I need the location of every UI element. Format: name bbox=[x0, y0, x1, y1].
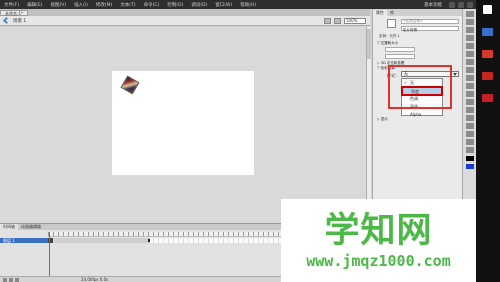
taskbar bbox=[476, 0, 500, 282]
app-icon[interactable] bbox=[482, 28, 493, 36]
menu-text[interactable]: 文本(T) bbox=[116, 2, 139, 8]
flash-app-icon[interactable] bbox=[482, 50, 493, 58]
watermark-title: 学知网 bbox=[324, 210, 433, 251]
end-frame-marker bbox=[148, 239, 150, 242]
edit-scene-icon[interactable] bbox=[324, 17, 331, 24]
rectangle-tool-icon[interactable] bbox=[465, 75, 474, 81]
workspace-switcher[interactable]: 基本功能 bbox=[424, 2, 442, 8]
section-display[interactable]: ▷ 显示 bbox=[377, 117, 388, 122]
flash-ide-window: 文件(F) 编辑(E) 视图(V) 插入(I) 修改(M) 文本(T) 命令(C… bbox=[0, 0, 500, 282]
movie-clip-instance[interactable] bbox=[120, 75, 140, 95]
annotation-highlight-box bbox=[388, 65, 452, 109]
fill-color-swatch[interactable] bbox=[465, 164, 474, 169]
instance-of-label: 实例：元件 1 bbox=[379, 34, 400, 38]
pasteboard[interactable] bbox=[0, 27, 366, 223]
movie-clip-icon bbox=[387, 19, 396, 28]
windows-icon[interactable] bbox=[483, 5, 492, 14]
scrollbar-thumb[interactable] bbox=[367, 29, 371, 59]
watermark-url: www.jmqz1000.com bbox=[306, 252, 451, 270]
menu-bar: 文件(F) 编辑(E) 视图(V) 插入(I) 修改(M) 文本(T) 命令(C… bbox=[0, 0, 476, 9]
document-tab-bar: 未命名-1* bbox=[0, 9, 370, 16]
instance-type-select[interactable]: 影片剪辑 bbox=[401, 26, 459, 32]
menu-commands[interactable]: 命令(C) bbox=[140, 2, 164, 8]
size-field[interactable] bbox=[385, 54, 415, 59]
minimize-icon[interactable] bbox=[449, 1, 455, 8]
tools-panel bbox=[462, 9, 476, 223]
new-layer-icon[interactable] bbox=[3, 277, 7, 282]
lasso-tool-icon[interactable] bbox=[465, 43, 474, 49]
instance-name-field[interactable]: <实例名称> bbox=[401, 19, 459, 24]
menu-edit[interactable]: 编辑(E) bbox=[23, 2, 46, 8]
section-position-size[interactable]: ▽ 位置和大小 bbox=[377, 41, 398, 46]
pencil-tool-icon[interactable] bbox=[465, 83, 474, 89]
pen-tool-icon[interactable] bbox=[465, 51, 474, 57]
stage-vertical-scrollbar[interactable] bbox=[366, 27, 371, 223]
watermark: 学知网 www.jmqz1000.com bbox=[281, 199, 476, 282]
edit-bar-tools: 100% bbox=[324, 17, 370, 24]
properties-panel: 属性 库 <实例名称> 影片剪辑 实例：元件 1 ▽ 位置和大小 ▷ 3D 定位… bbox=[372, 9, 462, 223]
menu-control[interactable]: 控制(O) bbox=[163, 2, 187, 8]
frame-span[interactable] bbox=[53, 238, 150, 243]
layer-row[interactable]: 图层 1 bbox=[0, 238, 48, 243]
3d-rotation-tool-icon[interactable] bbox=[465, 35, 474, 41]
menu-debug[interactable]: 调试(D) bbox=[187, 2, 211, 8]
selection-tool-icon[interactable] bbox=[465, 11, 474, 17]
menu-window[interactable]: 窗口(W) bbox=[211, 2, 236, 8]
edit-bar: 场景 1 100% bbox=[0, 16, 370, 26]
scene-breadcrumb[interactable]: 场景 1 bbox=[13, 18, 26, 24]
playhead[interactable] bbox=[49, 232, 50, 282]
tab-properties[interactable]: 属性 bbox=[373, 9, 387, 16]
layer-name: 图层 1 bbox=[3, 238, 15, 243]
instance-type-value: 影片剪辑 bbox=[403, 28, 417, 32]
position-field[interactable] bbox=[385, 47, 415, 52]
new-folder-icon[interactable] bbox=[9, 277, 13, 282]
fps-readout: 24.00fps 0.0s bbox=[81, 277, 109, 282]
brush-tool-icon[interactable] bbox=[465, 91, 474, 97]
close-icon[interactable] bbox=[467, 1, 473, 8]
free-transform-tool-icon[interactable] bbox=[465, 27, 474, 33]
style-option-alpha[interactable]: Alpha bbox=[402, 111, 442, 119]
window-controls: 基本功能 bbox=[424, 1, 476, 8]
menu-modify[interactable]: 修改(M) bbox=[92, 2, 116, 8]
line-tool-icon[interactable] bbox=[465, 67, 474, 73]
hand-tool-icon[interactable] bbox=[465, 139, 474, 145]
tab-motion-editor[interactable]: 动画编辑器 bbox=[18, 224, 44, 230]
bone-tool-icon[interactable] bbox=[465, 107, 474, 113]
zoom-select[interactable]: 100% bbox=[344, 17, 366, 24]
menu-file[interactable]: 文件(F) bbox=[0, 2, 23, 8]
menu-help[interactable]: 帮助(H) bbox=[236, 2, 260, 8]
tab-library[interactable]: 库 bbox=[387, 10, 397, 16]
flash-pro-icon[interactable] bbox=[482, 94, 493, 102]
eraser-tool-icon[interactable] bbox=[465, 131, 474, 137]
stage[interactable] bbox=[112, 71, 254, 175]
tab-timeline[interactable]: 时间轴 bbox=[0, 224, 18, 230]
menu-view[interactable]: 视图(V) bbox=[46, 2, 70, 8]
edit-symbol-icon[interactable] bbox=[334, 17, 341, 24]
maximize-icon[interactable] bbox=[458, 1, 464, 8]
subselection-tool-icon[interactable] bbox=[465, 19, 474, 25]
document-tab[interactable]: 未命名-1* bbox=[0, 9, 28, 16]
text-tool-icon[interactable] bbox=[465, 59, 474, 65]
chevron-down-icon bbox=[453, 73, 457, 76]
eyedropper-tool-icon[interactable] bbox=[465, 123, 474, 129]
style-option-label: Alpha bbox=[410, 112, 422, 117]
paint-bucket-tool-icon[interactable] bbox=[465, 115, 474, 121]
back-arrow-icon[interactable] bbox=[2, 16, 11, 25]
zoom-tool-icon[interactable] bbox=[465, 147, 474, 153]
menu-insert[interactable]: 插入(I) bbox=[70, 2, 92, 8]
stroke-color-swatch[interactable] bbox=[465, 156, 474, 161]
deco-tool-icon[interactable] bbox=[465, 99, 474, 105]
properties-tabs: 属性 库 bbox=[373, 9, 462, 16]
browser-icon[interactable] bbox=[482, 72, 493, 80]
delete-layer-icon[interactable] bbox=[15, 277, 19, 282]
